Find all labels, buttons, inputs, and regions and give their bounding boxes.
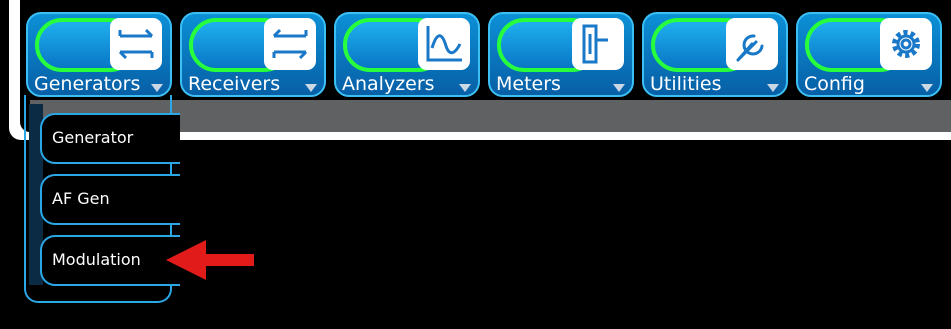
menu-item-af-gen[interactable]: AF Gen (40, 174, 180, 225)
tab-label: Meters (496, 73, 561, 95)
tab-utilities[interactable]: Utilities (642, 12, 788, 97)
menu-item-generator[interactable]: Generator (40, 113, 180, 164)
chevron-down-icon (305, 84, 317, 92)
chevron-down-icon (151, 84, 163, 92)
chevron-down-icon (767, 84, 779, 92)
receivers-icon (264, 18, 316, 70)
tab-label: Utilities (650, 73, 722, 95)
wrench-icon (726, 18, 778, 70)
tab-label: Analyzers (342, 73, 435, 95)
tab-label: Config (804, 73, 865, 95)
menu-item-label: AF Gen (52, 189, 110, 208)
tab-analyzers[interactable]: Analyzers (334, 12, 480, 97)
tab-label: Receivers (188, 73, 281, 95)
menu-item-modulation[interactable]: Modulation (40, 235, 180, 286)
generators-icon (110, 18, 162, 70)
chevron-down-icon (613, 84, 625, 92)
tab-meters[interactable]: Meters (488, 12, 634, 97)
gear-icon (880, 18, 932, 70)
tab-receivers[interactable]: Receivers (180, 12, 326, 97)
tab-config[interactable]: Config (796, 12, 942, 97)
tab-label: Generators (34, 73, 141, 95)
chevron-down-icon (459, 84, 471, 92)
tab-generators[interactable]: Generators (26, 12, 172, 97)
menu-item-label: Generator (52, 128, 134, 147)
annotation-arrow-icon (166, 240, 254, 280)
meters-icon (572, 18, 624, 70)
menu-item-label: Modulation (52, 250, 141, 269)
chevron-down-icon (921, 84, 933, 92)
analyzers-icon (418, 18, 470, 70)
